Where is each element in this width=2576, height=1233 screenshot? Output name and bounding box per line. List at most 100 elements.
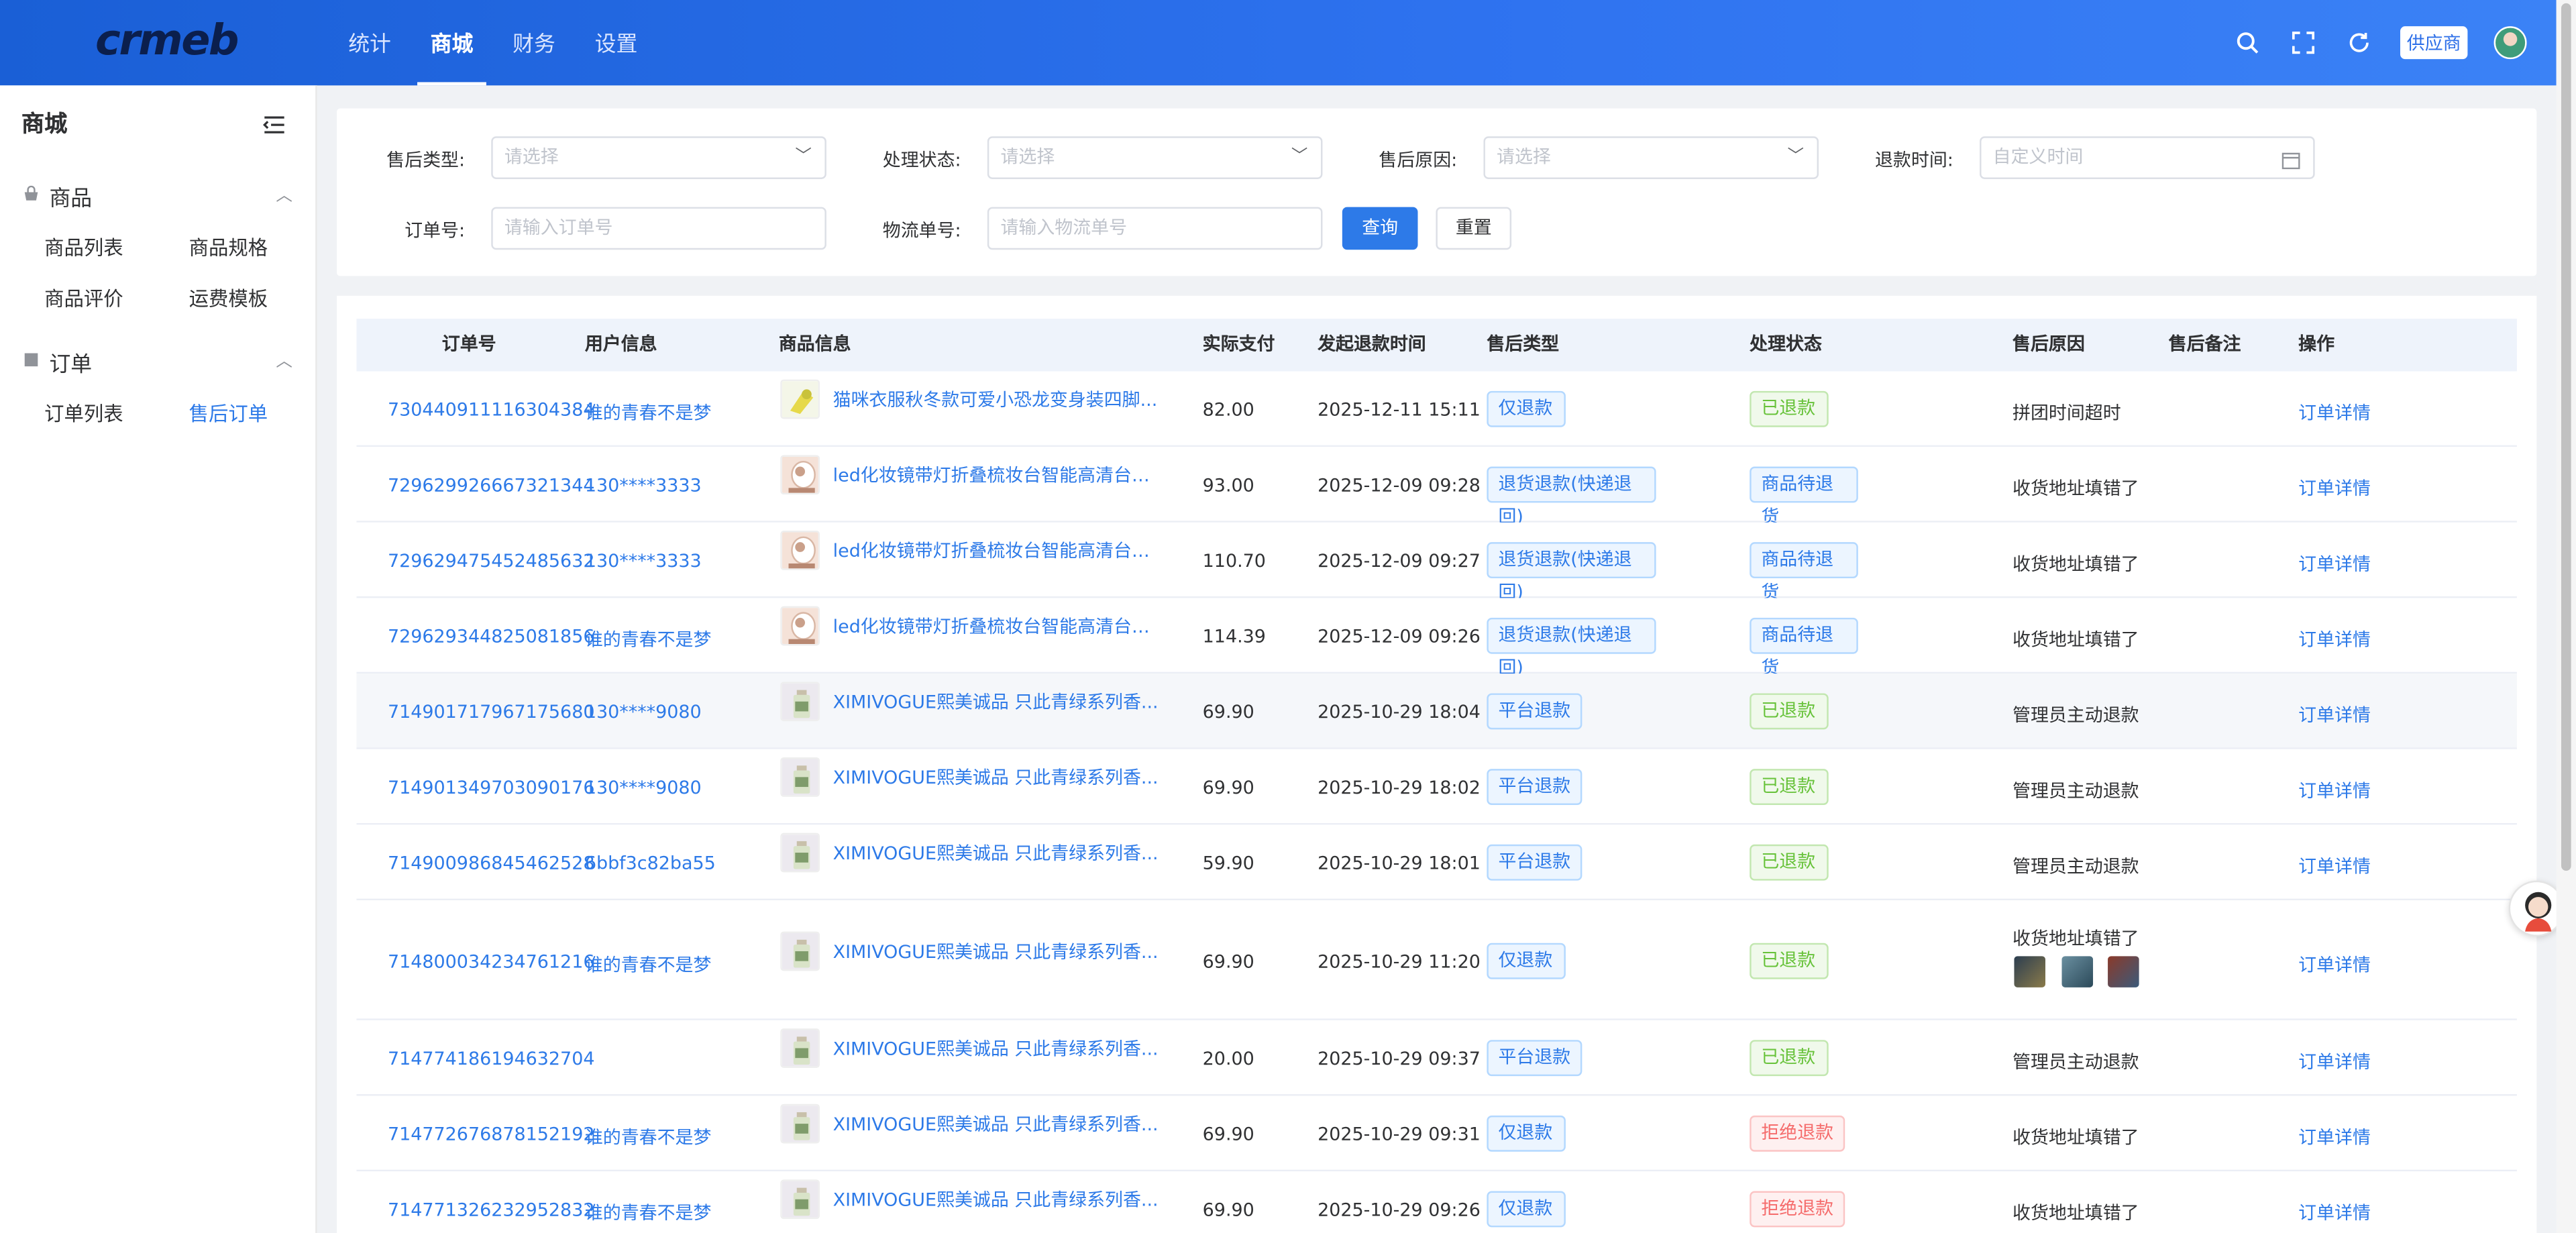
user-info[interactable]: 6bbf3c82ba55 <box>585 853 716 874</box>
product-name-link[interactable]: led化妆镜带灯折叠梳妆台智能高清台式... <box>833 462 1162 488</box>
order-detail-link[interactable]: 订单详情 <box>2298 1199 2371 1226</box>
order-detail-link[interactable]: 订单详情 <box>2298 702 2371 728</box>
product-name-link[interactable]: 猫咪衣服秋冬款可爱小恐龙变身装四脚... <box>833 386 1162 413</box>
product-name-link[interactable]: XIMIVOGUE熙美诚品 只此青绿系列香... <box>833 1186 1162 1212</box>
product-name-link[interactable]: XIMIVOGUE熙美诚品 只此青绿系列香... <box>833 839 1162 865</box>
product-thumbnail[interactable] <box>780 1179 820 1220</box>
nav-item-statistics[interactable]: 统计 <box>329 0 411 85</box>
filter-panel <box>337 108 2537 276</box>
product-thumbnail[interactable] <box>780 606 820 646</box>
order-number-link[interactable]: 714772676878152192 <box>388 1124 595 1145</box>
product-thumbnail[interactable] <box>780 379 820 419</box>
product-name-link[interactable]: XIMIVOGUE熙美诚品 只此青绿系列香... <box>833 1035 1162 1061</box>
user-info[interactable]: 130****3333 <box>585 550 702 572</box>
order-number-link[interactable]: 714901717967175680 <box>388 702 595 723</box>
page-scrollbar[interactable] <box>2556 0 2576 1233</box>
input-placeholder: 请输入订单号 <box>504 217 613 239</box>
refund-time: 2025-10-29 18:02 <box>1318 777 1481 799</box>
search-icon[interactable] <box>2233 28 2262 58</box>
user-info[interactable]: 谁的青春不是梦 <box>585 1199 712 1226</box>
after-sales-type-tag: 平台退款 <box>1487 693 1582 730</box>
order-number-link[interactable]: 714771326232952832 <box>388 1199 595 1221</box>
order-detail-link[interactable]: 订单详情 <box>2298 626 2371 652</box>
after-sales-type-tag: 退货退款(快递退回) <box>1487 617 1656 678</box>
order-number-link[interactable]: 729629475452485632 <box>388 550 595 572</box>
after-sales-type-tag: 退货退款(快递退回) <box>1487 542 1656 603</box>
menu-collapse-icon[interactable] <box>263 110 286 133</box>
logistics-number-input[interactable]: 请输入物流单号 <box>987 207 1323 250</box>
product-name-link[interactable]: XIMIVOGUE熙美诚品 只此青绿系列香... <box>833 764 1162 790</box>
order-detail-link[interactable]: 订单详情 <box>2298 550 2371 576</box>
after-sales-type-tag: 仅退款 <box>1487 1115 1566 1152</box>
product-thumbnail[interactable] <box>780 931 820 971</box>
nav-item-settings[interactable]: 设置 <box>575 0 657 85</box>
order-detail-link[interactable]: 订单详情 <box>2298 951 2371 977</box>
order-detail-link[interactable]: 订单详情 <box>2298 853 2371 879</box>
sidebar-item-goods-spec[interactable]: 商品规格 <box>189 233 268 262</box>
col-product-info: 商品信息 <box>778 333 851 355</box>
product-thumbnail[interactable] <box>780 833 820 873</box>
sidebar-item-shipping-template[interactable]: 运费模板 <box>189 284 268 313</box>
user-info[interactable]: 谁的青春不是梦 <box>585 1124 712 1150</box>
product-thumbnail[interactable] <box>780 682 820 722</box>
product-thumbnail[interactable] <box>780 455 820 495</box>
refund-time: 2025-10-29 18:01 <box>1318 853 1481 874</box>
product-name-link[interactable]: XIMIVOGUE熙美诚品 只此青绿系列香... <box>833 688 1162 714</box>
fullscreen-icon[interactable] <box>2288 28 2318 58</box>
order-number-input[interactable]: 请输入订单号 <box>491 207 826 250</box>
user-info[interactable]: 谁的青春不是梦 <box>585 951 712 977</box>
nav-item-finance[interactable]: 财务 <box>493 0 575 85</box>
sidebar-item-goods-list[interactable]: 商品列表 <box>44 233 123 262</box>
nav-item-mall[interactable]: 商城 <box>411 0 492 86</box>
order-detail-link[interactable]: 订单详情 <box>2298 1048 2371 1074</box>
supplier-badge[interactable]: 供应商 <box>2400 26 2468 60</box>
sidebar-group-goods[interactable]: 商品 ︿ <box>23 180 302 212</box>
crmeb-logo[interactable]: crmeb <box>95 16 239 65</box>
product-thumbnail[interactable] <box>780 1028 820 1068</box>
reset-button[interactable]: 重置 <box>1436 207 1512 250</box>
evidence-image[interactable] <box>2061 956 2094 987</box>
product-name-link[interactable]: XIMIVOGUE熙美诚品 只此青绿系列香... <box>833 1111 1162 1137</box>
user-info[interactable]: 130****9080 <box>585 777 702 798</box>
scrollbar-thumb[interactable] <box>2561 3 2571 871</box>
order-number-link[interactable]: 729629344825081856 <box>388 626 595 647</box>
sidebar-item-order-list[interactable]: 订单列表 <box>44 399 123 427</box>
after-sales-reason-select[interactable]: 请选择 ﹀ <box>1483 136 1819 179</box>
user-info[interactable]: 130****3333 <box>585 475 702 496</box>
sidebar-title: 商城 <box>21 111 68 138</box>
after-sales-type-select[interactable]: 请选择 ﹀ <box>491 136 826 179</box>
user-avatar[interactable] <box>2493 26 2527 60</box>
product-name-link[interactable]: led化妆镜带灯折叠梳妆台智能高清台式... <box>833 612 1162 639</box>
process-status-select[interactable]: 请选择 ﹀ <box>987 136 1323 179</box>
order-detail-link[interactable]: 订单详情 <box>2298 777 2371 803</box>
order-number-link[interactable]: 714900986845462528 <box>388 853 595 874</box>
product-thumbnail[interactable] <box>780 757 820 797</box>
product-name-link[interactable]: XIMIVOGUE熙美诚品 只此青绿系列香... <box>833 938 1162 964</box>
refresh-icon[interactable] <box>2345 28 2374 58</box>
order-number-link[interactable]: 714800034234761216 <box>388 951 595 973</box>
sidebar-item-after-sales[interactable]: 售后订单 <box>189 399 268 427</box>
evidence-image[interactable] <box>2014 956 2046 987</box>
query-button[interactable]: 查询 <box>1342 207 1418 250</box>
refund-time-picker[interactable]: 自定义时间 <box>1980 136 2315 179</box>
order-number-link[interactable]: 714774186194632704 <box>388 1048 595 1069</box>
sidebar-item-goods-review[interactable]: 商品评价 <box>44 284 123 313</box>
sidebar-group-orders[interactable]: 订单 ︿ <box>23 347 302 378</box>
order-detail-link[interactable]: 订单详情 <box>2298 399 2371 425</box>
order-number-link[interactable]: 714901349703090176 <box>388 777 595 798</box>
product-thumbnail[interactable] <box>780 531 820 570</box>
user-info[interactable]: 谁的青春不是梦 <box>585 399 712 425</box>
select-placeholder: 请选择 <box>1497 146 1551 168</box>
product-name-link[interactable]: led化妆镜带灯折叠梳妆台智能高清台式... <box>833 537 1162 564</box>
col-after-sales-type: 售后类型 <box>1487 333 1560 355</box>
order-detail-link[interactable]: 订单详情 <box>2298 475 2371 501</box>
paid-amount: 114.39 <box>1202 626 1266 647</box>
after-sales-reason: 拼团时间超时 <box>2012 403 2121 424</box>
user-info[interactable]: 谁的青春不是梦 <box>585 626 712 652</box>
order-number-link[interactable]: 730440911116304384 <box>388 399 595 421</box>
user-info[interactable]: 130****9080 <box>585 702 702 723</box>
evidence-image[interactable] <box>2108 956 2139 987</box>
product-thumbnail[interactable] <box>780 1104 820 1144</box>
order-number-link[interactable]: 729629926667321344 <box>388 475 595 496</box>
order-detail-link[interactable]: 订单详情 <box>2298 1124 2371 1150</box>
